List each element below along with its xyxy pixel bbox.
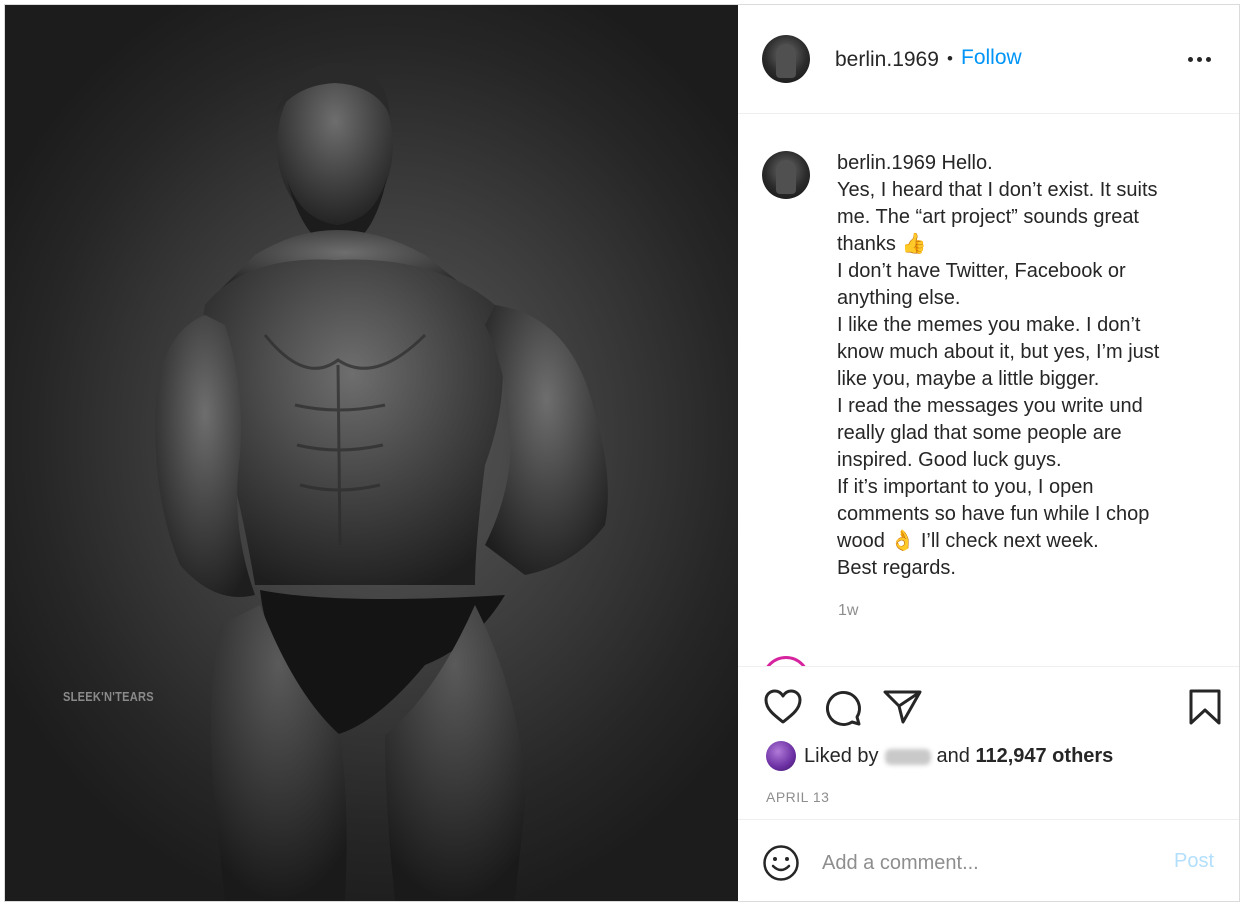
comment-input[interactable] [820,842,1154,884]
more-horizontal-icon[interactable] [1188,57,1214,63]
caption-timestamp[interactable]: 1w [838,602,858,620]
post-date[interactable]: APRIL 13 [766,789,829,805]
author-username[interactable]: berlin.1969 [835,48,939,72]
author-avatar[interactable] [762,35,810,83]
caption-line: If it’s important to you, I open [837,476,1094,498]
liker-avatar[interactable] [766,741,796,771]
caption-username[interactable]: berlin.1969 [837,152,936,174]
caption-line: really glad that some people are [837,422,1122,444]
instagram-post: SLEEK'N'TEARS berlin.1969 • Follow berli… [4,4,1240,902]
likes-middle: and [936,745,970,767]
caption-line: wood 👌 I’ll check next week. [837,530,1099,552]
caption-line: I don’t have Twitter, Facebook or [837,260,1126,282]
caption-line: I read the messages you write und [837,395,1143,417]
header-separator: • [947,49,953,68]
caption-line: I like the memes you make. I don’t [837,314,1141,336]
caption-line: inspired. Good luck guys. [837,449,1062,471]
comment-icon[interactable] [824,689,862,727]
caption-text: berlin.1969 Hello. Yes, I heard that I d… [837,150,1197,582]
post-header: berlin.1969 • Follow [738,5,1239,114]
caption-line: me. The “art project” sounds great [837,206,1139,228]
caption-line: like you, maybe a little bigger. [837,368,1100,390]
follow-button[interactable]: Follow [961,46,1022,70]
bodybuilder-photo-illustration [155,62,608,901]
smiley-icon[interactable] [762,844,800,882]
post-comment-button[interactable]: Post [1174,850,1214,873]
blurred-liker-name[interactable] [884,748,931,765]
caption-line: know much about it, but yes, I’m just [837,341,1160,363]
caption-area: berlin.1969 Hello. Yes, I heard that I d… [738,114,1239,666]
caption-line: Yes, I heard that I don’t exist. It suit… [837,179,1158,201]
bookmark-icon[interactable] [1188,688,1222,726]
photo-watermark: SLEEK'N'TEARS [63,689,154,704]
next-comment-avatar[interactable] [762,656,810,666]
likes-count-link[interactable]: 112,947 others [975,745,1113,767]
comment-bar: Post [738,819,1239,901]
likes-prefix: Liked by [804,745,879,767]
caption-line: Hello. [941,152,993,174]
likes-text: Liked by and 112,947 others [804,745,1113,768]
actions-section: Liked by and 112,947 others APRIL 13 Post [738,666,1239,901]
heart-icon[interactable] [764,689,802,725]
post-photo[interactable]: SLEEK'N'TEARS [5,5,738,901]
caption-line: thanks 👍 [837,233,927,255]
paper-plane-icon[interactable] [883,689,923,725]
caption-line: Best regards. [837,557,956,579]
post-side-panel: berlin.1969 • Follow berlin.1969 Hello. … [738,5,1239,901]
caption-author-avatar[interactable] [762,151,810,199]
caption-line: comments so have fun while I chop [837,503,1150,525]
caption-line: anything else. [837,287,961,309]
